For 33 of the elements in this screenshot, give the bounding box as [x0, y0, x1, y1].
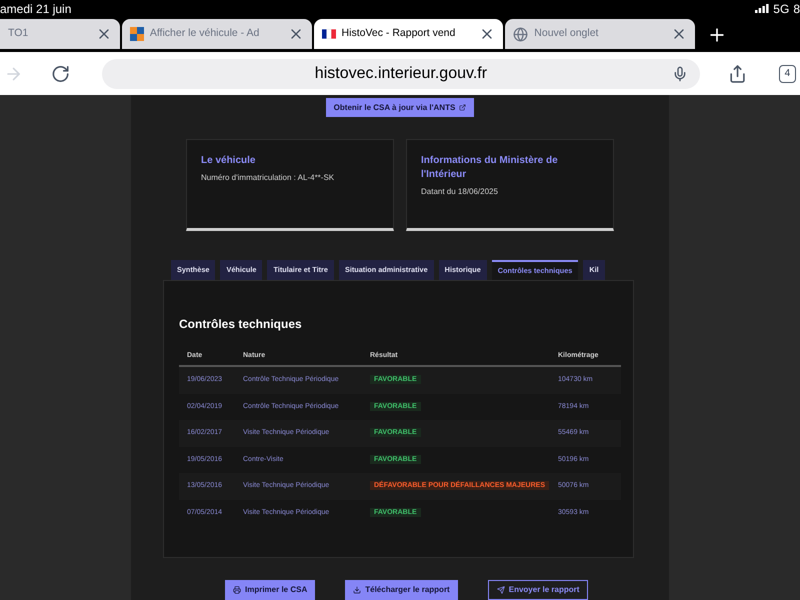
download-icon [353, 586, 362, 594]
address-bar[interactable]: histovec.interieur.gouv.fr [102, 58, 700, 88]
reload-icon[interactable] [51, 64, 70, 84]
flag-icon [322, 29, 336, 39]
external-link-icon [459, 104, 466, 111]
printer-icon [233, 586, 241, 594]
status-date: amedi 21 juin [0, 0, 72, 18]
share-icon[interactable] [728, 64, 747, 84]
section-title: Contrôles techniques [179, 316, 303, 333]
globe-icon [513, 26, 528, 42]
tab-title: TO1 [8, 26, 30, 42]
browser-tab[interactable]: Afficher le véhicule - Ad [122, 19, 312, 49]
tab-count-button[interactable]: 4 [778, 64, 796, 82]
card-text: Numéro d'immatriculation : AL-4**-SK [201, 172, 336, 184]
squares-icon [130, 27, 144, 41]
card-text: Datant du 18/06/2025 [421, 186, 499, 198]
tab-title: Afficher le véhicule - Ad [150, 26, 260, 42]
signal-icon [755, 4, 770, 13]
tab-title: Nouvel onglet [534, 26, 600, 42]
browser-tab[interactable]: TO1 [0, 19, 120, 49]
csa-link-button[interactable]: Obtenir le CSA à jour via l'ANTS [326, 98, 474, 117]
card-title: Informations du Ministère de l'Intérieur [421, 154, 559, 182]
browser-tab[interactable]: HistoVec - Rapport vend [314, 19, 504, 49]
microphone-icon[interactable] [672, 66, 688, 82]
tab-title: HistoVec - Rapport vend [342, 26, 456, 42]
send-icon [496, 586, 505, 594]
network-label: 5G [773, 0, 790, 18]
browser-tab[interactable]: Nouvel onglet [505, 19, 695, 49]
card-title: Le véhicule [201, 154, 256, 168]
battery-level: 8 [793, 0, 800, 18]
action-button[interactable]: Imprimer le CSA [225, 580, 316, 600]
action-button[interactable]: Envoyer le rapport [488, 580, 588, 600]
action-button[interactable]: Télécharger le rapport [345, 580, 458, 600]
